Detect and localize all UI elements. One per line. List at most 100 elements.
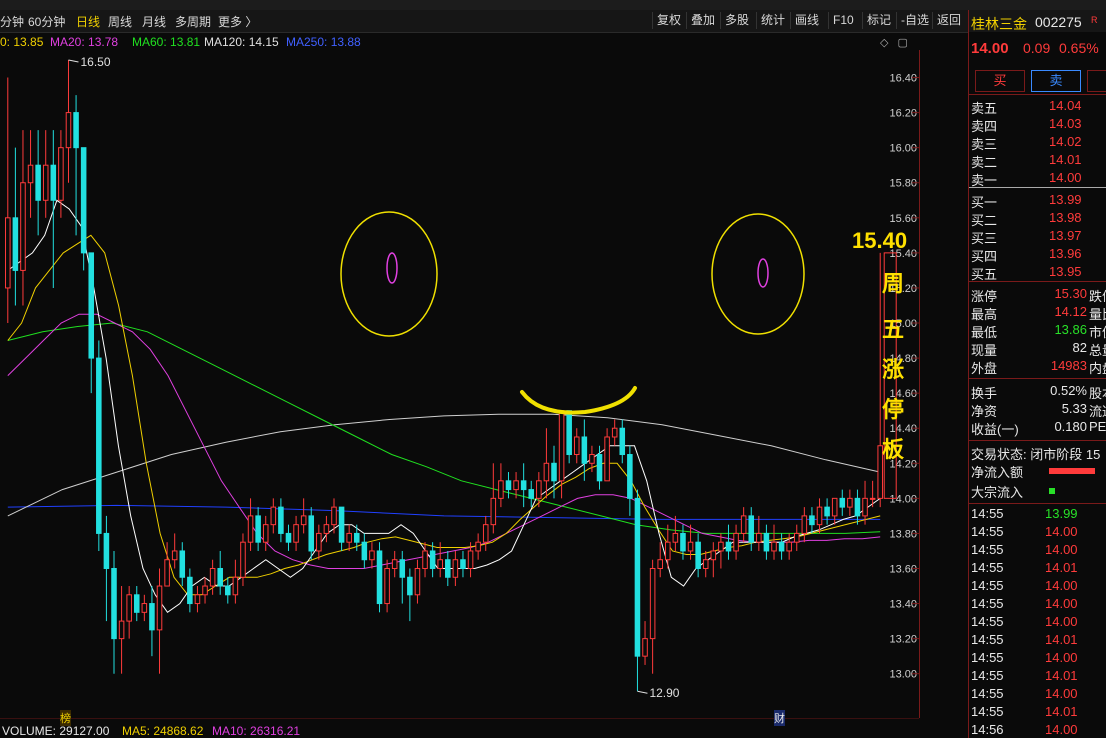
period-multi[interactable]: 多周期 xyxy=(175,13,211,30)
y-tick-label: 15.80 xyxy=(889,178,917,190)
period-60min[interactable]: 60分钟 xyxy=(28,13,65,30)
candle-body xyxy=(657,559,663,569)
stock-code: 002275 xyxy=(1035,14,1082,30)
candle-body xyxy=(809,515,815,526)
tick-time: 14:55 xyxy=(971,560,1004,575)
f10-button[interactable]: F10 xyxy=(828,12,858,29)
extra-button[interactable] xyxy=(1087,70,1106,92)
period-daily[interactable]: 日线 xyxy=(76,13,100,30)
stat-row: 最高 14.12 量比 xyxy=(969,304,1106,322)
bid-row[interactable]: 买四 13.96 xyxy=(969,246,1106,264)
tick-price: 14.00 xyxy=(1045,614,1078,629)
overlay-button[interactable]: 叠加 xyxy=(686,12,719,29)
candle-body xyxy=(589,454,595,464)
watchlist-remove-button[interactable]: -自选 xyxy=(896,12,933,29)
stat-label: 换手 xyxy=(971,386,998,401)
ask-row[interactable]: 卖二 14.01 xyxy=(969,152,1106,170)
ask-row[interactable]: 卖四 14.03 xyxy=(969,116,1106,134)
multi-stock-button[interactable]: 多股 xyxy=(720,12,753,29)
stat-label-right: 市值 xyxy=(1089,325,1106,340)
candle-body xyxy=(869,497,876,500)
candle-body xyxy=(171,550,178,561)
adjust-button[interactable]: 复权 xyxy=(652,12,685,29)
tick-time: 14:55 xyxy=(971,668,1004,683)
tick-row: 14:55 14.01 xyxy=(969,560,1106,578)
draw-line-button[interactable]: 画线 xyxy=(790,12,823,29)
stat-row: 现量 82 总量 xyxy=(969,340,1106,358)
candle-body xyxy=(482,524,489,543)
candle-body xyxy=(399,559,406,578)
mark-button[interactable]: 标记 xyxy=(862,12,895,29)
candlestick-chart[interactable]: 16.4016.2016.0015.8015.6015.4015.2015.00… xyxy=(0,50,920,710)
candle-body xyxy=(862,497,868,517)
sell-button[interactable]: 卖 xyxy=(1031,70,1081,92)
candle-body xyxy=(179,550,186,578)
stat-value: 0.52% xyxy=(1050,383,1087,398)
low-label: 12.90 xyxy=(649,686,679,700)
candle-body xyxy=(369,550,375,561)
bid-row[interactable]: 买三 13.97 xyxy=(969,228,1106,246)
candle-body xyxy=(467,550,474,569)
stat-label: 最低 xyxy=(971,325,998,340)
candle-body xyxy=(361,541,368,561)
candle-body xyxy=(634,497,641,657)
candle-body xyxy=(338,506,345,543)
candle-body xyxy=(627,454,633,499)
period-minute[interactable]: 分钟 xyxy=(0,13,24,30)
candle-body xyxy=(346,532,352,543)
bid-price: 13.98 xyxy=(1049,210,1082,225)
candle-body xyxy=(80,147,87,254)
ask-row[interactable]: 卖一 14.00 xyxy=(969,170,1106,188)
diamond-icon[interactable]: ◇ xyxy=(880,37,888,49)
candle-body xyxy=(391,559,398,569)
stat-label: 最高 xyxy=(971,307,998,322)
ask-row[interactable]: 卖三 14.02 xyxy=(969,134,1106,152)
candle-body xyxy=(725,541,732,552)
y-tick-label: 13.80 xyxy=(889,528,917,540)
buy-button[interactable]: 买 xyxy=(975,70,1025,92)
candle-body xyxy=(611,427,618,438)
stat-row: 净资 5.33 流通 xyxy=(969,401,1106,419)
tick-price: 14.00 xyxy=(1045,524,1078,539)
candle-body xyxy=(293,524,299,543)
bid-row[interactable]: 买一 13.99 xyxy=(969,192,1106,210)
quote-panel: 桂林三金 002275 R 14.00 0.09 0.65% 买 卖 卖五 14… xyxy=(968,10,1106,738)
tick-time: 14:55 xyxy=(971,578,1004,593)
period-monthly[interactable]: 月线 xyxy=(142,13,166,30)
candle-body xyxy=(528,489,535,499)
stats-button[interactable]: 统计 xyxy=(756,12,789,29)
period-weekly[interactable]: 周线 xyxy=(108,13,132,30)
candle-body xyxy=(551,462,557,482)
tick-time: 14:55 xyxy=(971,506,1004,521)
candle-body xyxy=(665,541,671,561)
ma60-value: MA60: 13.81 xyxy=(132,35,201,49)
ask-row[interactable]: 卖五 14.04 xyxy=(969,98,1106,116)
last-price: 14.00 xyxy=(971,40,1009,57)
bid-row[interactable]: 买五 13.95 xyxy=(969,264,1106,282)
back-button[interactable]: 返回 xyxy=(932,12,965,29)
stat-label: 净资 xyxy=(971,404,998,419)
candle-body xyxy=(710,550,717,561)
tick-row: 14:55 14.00 xyxy=(969,578,1106,596)
candle-body xyxy=(285,532,292,543)
bid-row[interactable]: 买二 13.98 xyxy=(969,210,1106,228)
divider xyxy=(969,378,1106,379)
period-more[interactable]: 更多 〉 xyxy=(218,13,257,30)
volume-legend: VOLUME: 29127.00 MA5: 24868.62 MA10: 263… xyxy=(0,724,968,738)
candle-body xyxy=(543,462,550,482)
candle-body xyxy=(65,112,72,149)
candle-body xyxy=(520,480,527,491)
tick-time: 14:56 xyxy=(971,722,1004,737)
volume-ma5: MA5: 24868.62 xyxy=(122,724,204,738)
candle-body xyxy=(300,515,307,526)
high-label: 16.50 xyxy=(80,55,110,69)
y-tick-label: 15.60 xyxy=(889,213,917,225)
candle-body xyxy=(695,541,701,569)
candle-body xyxy=(619,427,626,456)
candle-body xyxy=(831,497,838,517)
stat-value: 13.86 xyxy=(1054,322,1087,337)
candle-body xyxy=(801,515,808,534)
square-icon[interactable]: ▢ xyxy=(898,37,908,49)
candle-body xyxy=(778,541,785,552)
ma60-line xyxy=(7,322,881,534)
